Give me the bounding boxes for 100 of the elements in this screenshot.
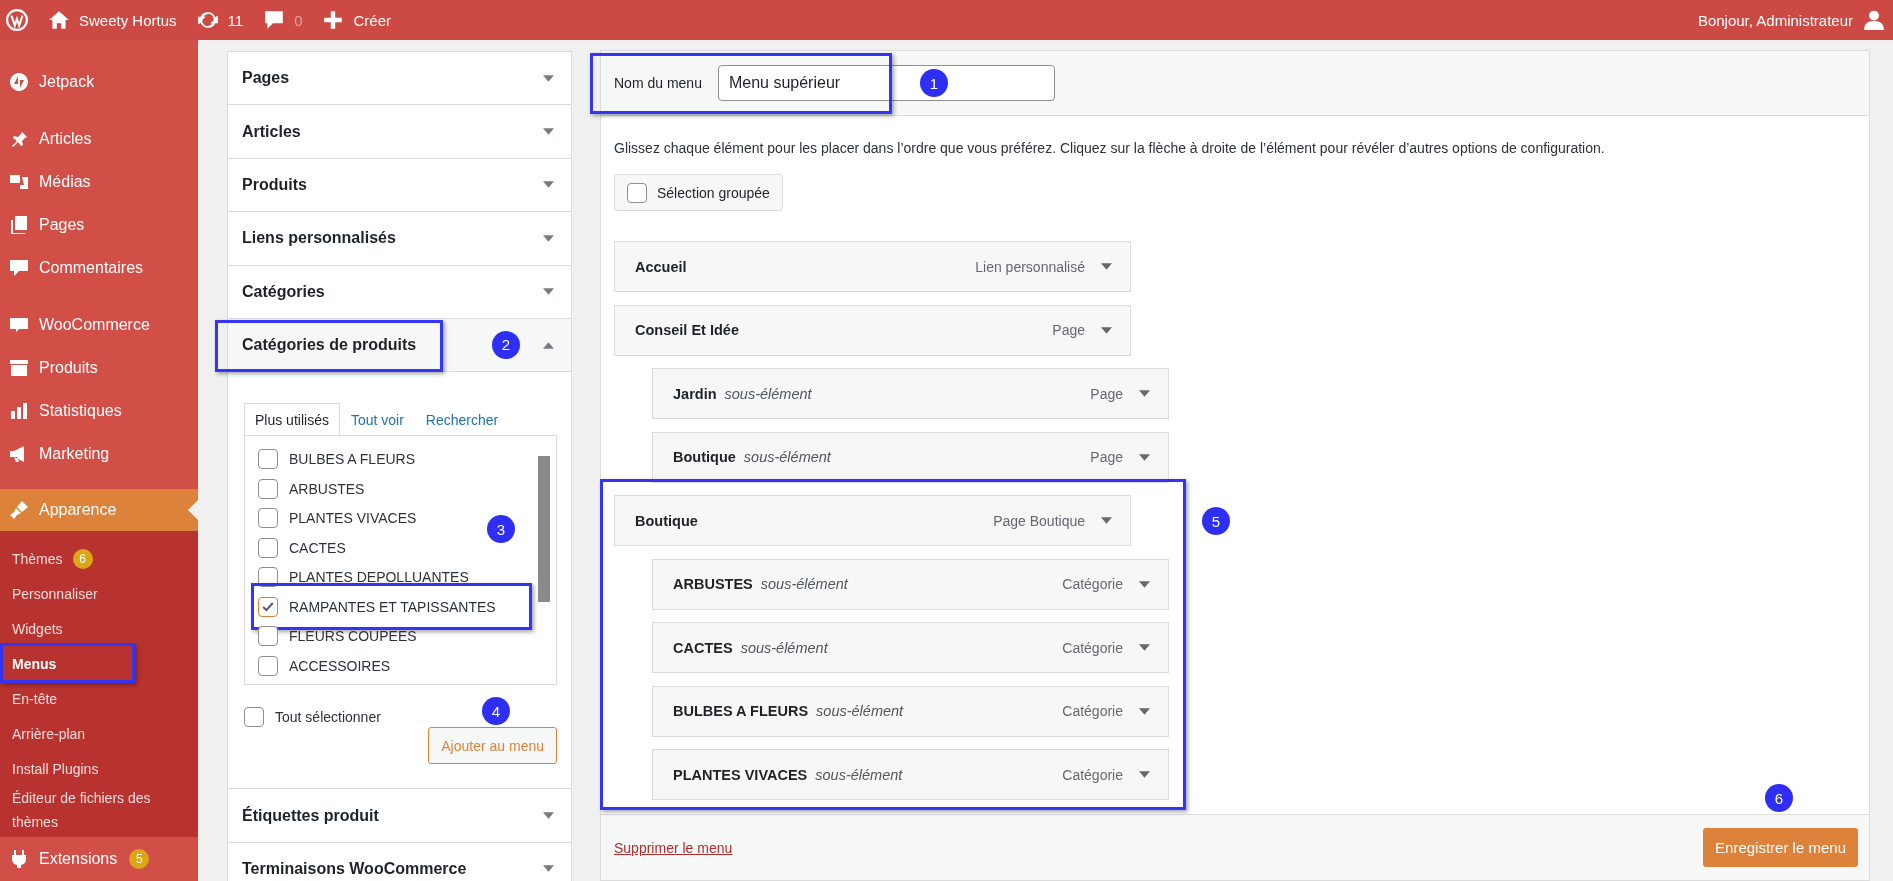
submenu-item[interactable]: Éditeur de fichiers des thèmes — [0, 786, 198, 834]
menu-item-type: Lien personnalisé — [975, 258, 1085, 275]
sidebar-menu-item[interactable]: Extensions 5 — [0, 837, 198, 880]
sidebar-menu-item[interactable]: Jetpack — [0, 60, 198, 103]
submenu-item[interactable]: Personnaliser — [0, 576, 198, 611]
arrow-icon[interactable] — [1139, 707, 1150, 715]
sidebar-menu-item[interactable]: Médias — [0, 160, 198, 203]
plus-icon[interactable] — [322, 9, 345, 31]
arrow-icon[interactable] — [1139, 580, 1150, 588]
menu-item-type: Catégorie — [1062, 766, 1123, 783]
checkbox[interactable] — [627, 182, 647, 203]
menu-item-title: Jardin — [673, 385, 717, 402]
submenu-label: Widgets — [12, 619, 63, 639]
menu-label: Statistiques — [39, 401, 122, 420]
arrow-icon — [543, 288, 554, 296]
new-content-link[interactable]: Créer — [353, 11, 391, 29]
sidebar-menu-item[interactable]: Pages — [0, 203, 198, 246]
checkbox-label: FLEURS COUPEES — [289, 628, 417, 645]
arrow-icon — [543, 341, 554, 349]
menu-item-title: PLANTES VIVACES — [673, 766, 808, 783]
wordpress-logo-icon[interactable] — [6, 9, 28, 31]
checkbox-label: CACTES — [289, 539, 346, 556]
menu-item-type: Catégorie — [1062, 639, 1123, 656]
menu-item-bar[interactable]: PLANTES VIVACES sous-élément Catégorie — [652, 749, 1169, 800]
delete-menu-link[interactable]: Supprimer le menu — [614, 839, 733, 856]
submenu-label: Menus — [12, 654, 57, 674]
sidebar-menu-item[interactable]: WooCommerce — [0, 303, 198, 346]
sidebar-menu-item[interactable]: Articles — [0, 117, 198, 160]
tab[interactable]: Plus utilisés — [244, 403, 340, 437]
tab[interactable]: Tout voir — [339, 403, 415, 436]
menu-icon — [9, 214, 29, 235]
submenu-item[interactable]: Menus — [0, 646, 198, 681]
tab[interactable]: Rechercher — [414, 403, 510, 436]
sidebar-menu-item[interactable]: Commentaires — [0, 246, 198, 289]
menu-item-type: Page Boutique — [993, 512, 1085, 529]
sidebar-menu-item[interactable]: Produits — [0, 346, 198, 389]
sidebar-menu-item[interactable]: Marketing — [0, 432, 198, 475]
submenu-item[interactable]: Arrière-plan — [0, 716, 198, 751]
menu-label: WooCommerce — [39, 315, 150, 334]
checkbox-label: PLANTES DEPOLLUANTES — [289, 569, 469, 586]
menu-icon — [9, 400, 29, 421]
arrow-icon[interactable] — [1101, 517, 1112, 524]
submenu-item[interactable]: Install Plugins — [0, 751, 198, 786]
section-title: Catégories — [242, 282, 325, 301]
checkbox[interactable] — [258, 655, 278, 676]
site-name-link[interactable]: Sweety Hortus — [79, 11, 177, 29]
greeting-link[interactable]: Bonjour, Administrateur — [1697, 11, 1853, 29]
refresh-icon[interactable] — [196, 9, 219, 31]
menu-item-bar[interactable]: Accueil Lien personnalisé — [614, 241, 1131, 292]
checkbox[interactable] — [258, 478, 278, 499]
sidebar-menu-item[interactable]: Apparence — [0, 489, 198, 531]
home-icon[interactable] — [48, 9, 70, 31]
sub-item-note: sous-élément — [740, 639, 828, 656]
sub-item-note: sous-élément — [815, 766, 903, 783]
arrow-icon[interactable] — [1139, 453, 1150, 461]
submenu-label: Arrière-plan — [12, 724, 86, 744]
arrow-icon[interactable] — [1139, 390, 1150, 397]
user-icon[interactable] — [1863, 9, 1885, 31]
checkbox[interactable] — [258, 626, 278, 647]
save-menu-button[interactable]: Enregistrer le menu — [1703, 828, 1858, 867]
menu-icon — [9, 71, 29, 92]
arrow-icon[interactable] — [1139, 771, 1150, 778]
submenu-item[interactable]: Thèmes 6 — [0, 541, 198, 576]
updates-count[interactable]: 11 — [227, 11, 244, 29]
step-badge: 2 — [492, 330, 520, 359]
menu-item-bar[interactable]: ARBUSTES sous-élément Catégorie — [652, 558, 1169, 610]
bulk-select-button[interactable]: Sélection groupée — [614, 174, 783, 211]
sidebar-menu-item[interactable]: Statistiques — [0, 389, 198, 432]
checkbox[interactable] — [258, 508, 278, 529]
submenu-item[interactable]: En-tête — [0, 681, 198, 716]
checkbox[interactable] — [258, 449, 278, 470]
checkbox[interactable] — [258, 537, 278, 558]
menu-item-bar[interactable]: Jardin sous-élément Page — [652, 368, 1169, 419]
arrow-icon[interactable] — [1101, 326, 1112, 334]
arrow-icon[interactable] — [1101, 263, 1112, 270]
checkbox-label: ARBUSTES — [289, 480, 365, 497]
menu-item-bar[interactable]: CACTES sous-élément Catégorie — [652, 622, 1169, 673]
menu-label: Articles — [39, 129, 92, 148]
checkbox-label: RAMPANTES ET TAPISSANTES — [289, 598, 496, 615]
submenu-item[interactable]: Widgets — [0, 611, 198, 646]
checkbox[interactable] — [244, 707, 264, 728]
section-title: Articles — [242, 122, 301, 141]
submenu-label: En-tête — [12, 689, 58, 709]
current-pointer-icon — [188, 500, 198, 520]
add-to-menu-button[interactable]: Ajouter au menu — [428, 727, 557, 765]
checkbox-label: PLANTES VIVACES — [289, 510, 417, 527]
step-badge: 6 — [1765, 784, 1793, 812]
menu-item-title: CACTES — [673, 639, 733, 656]
step-badge: 3 — [487, 515, 515, 544]
menu-item-bar[interactable]: Boutique Page Boutique — [614, 495, 1131, 546]
comment-icon[interactable] — [263, 9, 286, 31]
arrow-icon[interactable] — [1139, 644, 1150, 651]
menu-label: Produits — [39, 358, 98, 377]
count-badge: 5 — [129, 848, 150, 869]
menu-item-bar[interactable]: Conseil Et Idée Page — [614, 304, 1131, 356]
menu-item-bar[interactable]: BULBES A FLEURS sous-élément Catégorie — [652, 685, 1169, 737]
instructions-text: Glissez chaque élément pour les placer dans l’ordre que vous préférez. Cliquez sur la flèche à droite de l’élément pour révéler d’autres options de configuration. — [614, 139, 1606, 158]
scrollbar[interactable] — [538, 456, 550, 603]
checkbox[interactable] — [258, 596, 278, 617]
arrow-icon — [543, 812, 554, 820]
